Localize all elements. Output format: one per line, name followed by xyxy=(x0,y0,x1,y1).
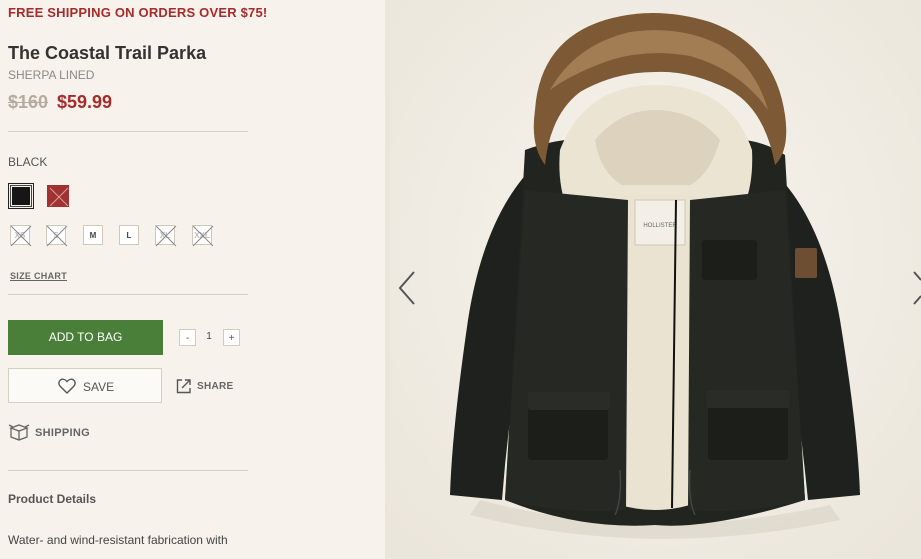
box-icon xyxy=(8,424,30,441)
brand-logo-text: HOLLISTER xyxy=(643,223,677,229)
size-label: M xyxy=(89,231,97,240)
quantity-increase-button[interactable]: + xyxy=(223,329,240,346)
size-chart-link[interactable]: SIZE CHART xyxy=(10,271,67,281)
heart-icon xyxy=(58,378,76,394)
share-button[interactable]: SHARE xyxy=(176,378,233,399)
shipping-link[interactable]: SHIPPING xyxy=(8,422,90,447)
save-label: SAVE xyxy=(83,380,115,394)
color-swatch-red[interactable] xyxy=(47,185,69,207)
share-label: SHARE xyxy=(197,381,234,392)
size-label: L xyxy=(126,231,132,240)
divider xyxy=(8,470,248,471)
size-option-xxl[interactable]: XXL xyxy=(192,225,214,247)
quantity-value[interactable]: 1 xyxy=(202,331,216,342)
divider xyxy=(8,131,248,132)
free-shipping-banner[interactable]: FREE SHIPPING ON ORDERS OVER $75! xyxy=(8,5,267,20)
product-subtitle: SHERPA LINED xyxy=(8,68,95,82)
color-swatch-black[interactable] xyxy=(8,183,34,209)
size-option-m[interactable]: M xyxy=(83,225,103,245)
unavailable-cross-icon xyxy=(10,225,32,247)
parka-image: HOLLISTER xyxy=(390,0,921,559)
size-option-s[interactable]: S xyxy=(46,225,68,247)
product-details-heading[interactable]: Product Details xyxy=(8,492,96,506)
product-info-panel: FREE SHIPPING ON ORDERS OVER $75! The Co… xyxy=(0,0,385,559)
original-price: $160 xyxy=(8,92,49,112)
shipping-label: SHIPPING xyxy=(35,427,90,439)
product-title: The Coastal Trail Parka xyxy=(8,43,207,63)
unavailable-cross-icon xyxy=(46,225,68,247)
add-to-bag-button[interactable]: ADD TO BAG xyxy=(8,320,163,355)
size-option-l[interactable]: L xyxy=(119,225,139,245)
size-option-xl[interactable]: XL xyxy=(155,225,177,247)
divider xyxy=(8,294,248,295)
unavailable-cross-icon xyxy=(49,187,69,207)
chevron-left-icon[interactable] xyxy=(398,270,416,306)
quantity-decrease-button[interactable]: - xyxy=(179,329,196,346)
share-icon xyxy=(176,379,191,394)
sale-price: $59.99 xyxy=(57,92,113,112)
save-button[interactable]: SAVE xyxy=(8,368,162,403)
product-image-gallery: HOLLISTER xyxy=(390,0,921,559)
unavailable-cross-icon xyxy=(155,225,177,247)
size-option-xs[interactable]: XS xyxy=(10,225,32,247)
chevron-right-icon[interactable] xyxy=(912,270,921,306)
product-details-text: Water- and wind-resistant fabrication wi… xyxy=(8,533,228,547)
unavailable-cross-icon xyxy=(192,225,214,247)
color-label: BLACK xyxy=(8,155,48,169)
